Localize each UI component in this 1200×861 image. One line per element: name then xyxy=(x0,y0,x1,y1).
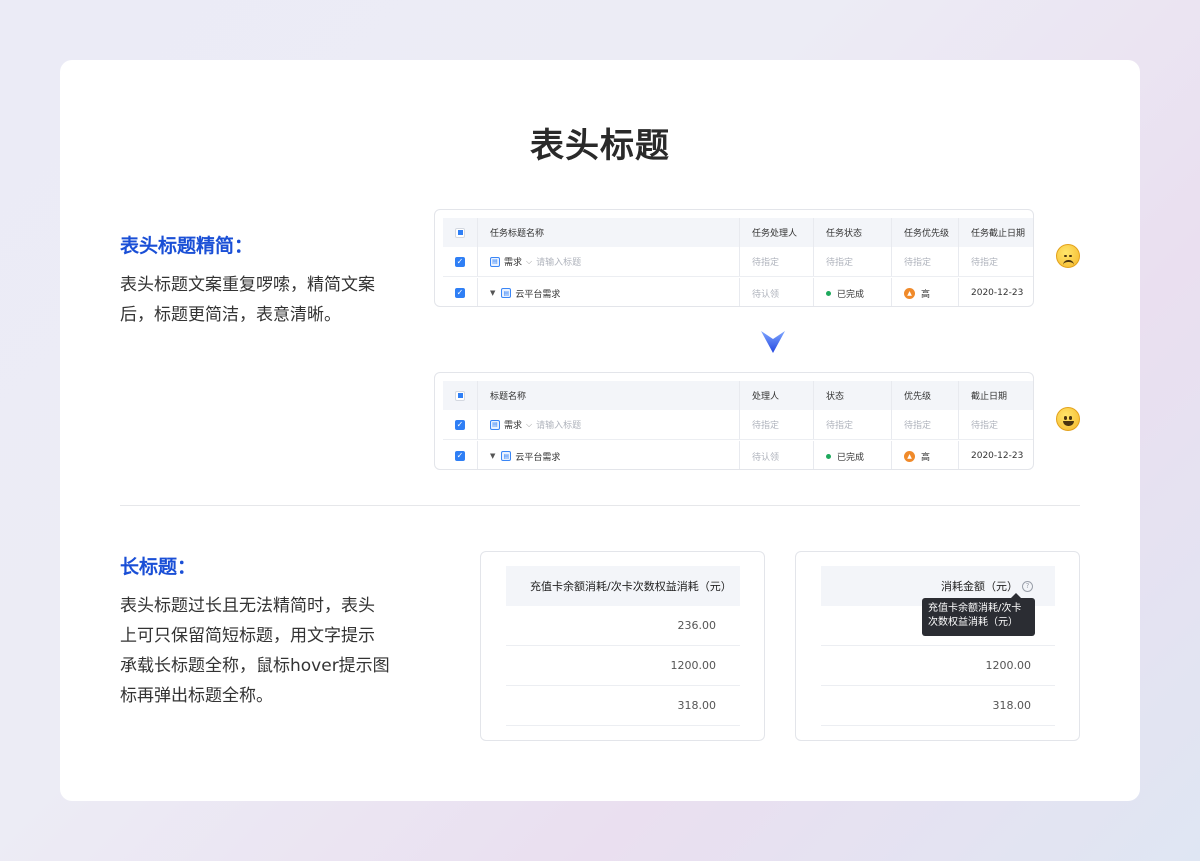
amount-table-long-header: 充值卡余额消耗/次卡次数权益消耗（元） 236.00 1200.00 318.0… xyxy=(480,551,765,741)
section-desc-long: 表头标题过长且无法精简时，表头上可只保留简短标题，用文字提示承载长标题全称，鼠标… xyxy=(120,596,390,706)
table-after: 标题名称 处理人 状态 优先级 截止日期 ✓ ▤ 需求 ⌵ 请输入标题 待指定 … xyxy=(434,372,1034,470)
chevron-down-icon[interactable]: ⌵ xyxy=(526,420,532,430)
status-cell[interactable]: 待指定 xyxy=(814,410,892,439)
section-divider xyxy=(120,505,1080,506)
sad-face-icon xyxy=(1056,244,1080,268)
table-header: 任务标题名称 任务处理人 任务状态 任务优先级 任务截止日期 xyxy=(443,218,1033,247)
row-select[interactable]: ✓ xyxy=(443,247,478,276)
priority-high-icon: ▲ xyxy=(904,450,915,462)
table-before: 任务标题名称 任务处理人 任务状态 任务优先级 任务截止日期 ✓ ▤ 需求 ⌵ … xyxy=(434,209,1034,307)
checkbox-partial-icon[interactable] xyxy=(455,390,465,401)
chevron-down-icon[interactable]: ⌵ xyxy=(526,257,532,267)
header-title: 标题名称 xyxy=(478,381,740,410)
header-priority: 优先级 xyxy=(892,381,959,410)
status-dot-icon xyxy=(826,290,831,296)
amount-row: 1200.00 xyxy=(506,646,740,686)
section-title-long: 长标题： xyxy=(120,556,197,578)
header-due: 截止日期 xyxy=(971,392,1008,402)
priority-cell[interactable]: ▲ 高 xyxy=(892,441,959,469)
requirement-icon: ▤ xyxy=(490,419,500,430)
header-select-all[interactable] xyxy=(443,218,478,247)
section-desc-simplify: 表头标题文案重复啰嗦，精简文案后，标题更简洁，表意清晰。 xyxy=(120,275,375,325)
amount-row: 1200.00 xyxy=(821,646,1055,686)
title-cell: ▼ ▤ 云平台需求 xyxy=(478,441,740,469)
assignee-cell[interactable]: 待认领 xyxy=(740,441,814,469)
priority-cell[interactable]: 待指定 xyxy=(892,410,959,439)
status-cell[interactable]: 待指定 xyxy=(814,247,892,276)
status-text: 已完成 xyxy=(837,452,865,463)
header-select-all[interactable] xyxy=(443,381,478,410)
title-placeholder[interactable]: 请输入标题 xyxy=(536,255,581,268)
amount-row: 236.00 xyxy=(506,606,740,646)
row-select[interactable]: ✓ xyxy=(443,278,478,306)
due-cell[interactable]: 待指定 xyxy=(959,247,1033,276)
status-dot-icon xyxy=(826,453,831,459)
header-priority: 任务优先级 xyxy=(892,218,959,247)
table-row: ✓ ▼ ▤ 云平台需求 待认领 已完成 ▲ 高 2020-12-23 xyxy=(443,278,1033,306)
checkbox-checked-icon[interactable]: ✓ xyxy=(455,256,465,267)
checkbox-checked-icon[interactable]: ✓ xyxy=(455,419,465,430)
due-cell[interactable]: 2020-12-23 xyxy=(959,278,1033,306)
requirement-icon: ▤ xyxy=(490,256,500,267)
task-name[interactable]: 云平台需求 xyxy=(515,450,560,463)
requirement-icon: ▤ xyxy=(501,288,512,298)
header-title: 任务标题名称 xyxy=(478,218,740,247)
assignee-cell[interactable]: 待认领 xyxy=(740,278,814,306)
amount-row: 318.00 xyxy=(506,686,740,726)
row-select[interactable]: ✓ xyxy=(443,441,478,469)
priority-high-icon: ▲ xyxy=(904,287,915,299)
table-header: 标题名称 处理人 状态 优先级 截止日期 xyxy=(443,381,1033,410)
priority-cell[interactable]: 待指定 xyxy=(892,247,959,276)
header-assignee: 任务处理人 xyxy=(740,218,814,247)
due-cell[interactable]: 2020-12-23 xyxy=(959,441,1033,469)
amount-header-text: 消耗金额（元） xyxy=(941,580,1018,593)
table-row: ✓ ▤ 需求 ⌵ 请输入标题 待指定 待指定 待指定 待指定 xyxy=(443,410,1033,440)
due-cell[interactable]: 待指定 xyxy=(959,410,1033,439)
header-status: 任务状态 xyxy=(814,218,892,247)
content-card: 表头标题 表头标题精简： 表头标题文案重复啰嗦，精简文案后，标题更简洁，表意清晰… xyxy=(60,60,1140,801)
priority-text: 高 xyxy=(921,452,931,463)
amount-header: 充值卡余额消耗/次卡次数权益消耗（元） xyxy=(506,566,740,606)
checkbox-checked-icon[interactable]: ✓ xyxy=(455,451,465,461)
header-status: 状态 xyxy=(814,381,892,410)
expand-triangle-icon[interactable]: ▼ xyxy=(490,289,495,297)
checkbox-checked-icon[interactable]: ✓ xyxy=(455,288,465,298)
title-placeholder[interactable]: 请输入标题 xyxy=(536,418,581,431)
section-title-simplify: 表头标题精简： xyxy=(120,235,254,257)
priority-text: 高 xyxy=(921,289,931,300)
header-due: 任务截止日期 xyxy=(971,229,1026,239)
table-row: ✓ ▼ ▤ 云平台需求 待认领 已完成 ▲ 高 2020-12-23 xyxy=(443,441,1033,469)
amount-row: 318.00 xyxy=(821,686,1055,726)
amount-table-short-header: 消耗金额（元） ? 236.00 1200.00 318.00 xyxy=(795,551,1080,741)
page-title: 表头标题 xyxy=(530,126,670,166)
title-cell: ▼ ▤ 云平台需求 xyxy=(478,278,740,306)
checkbox-partial-icon[interactable] xyxy=(455,227,465,238)
arrow-down-icon xyxy=(761,331,785,353)
assignee-cell[interactable]: 待指定 xyxy=(740,247,814,276)
title-input-cell[interactable]: ▤ 需求 ⌵ 请输入标题 xyxy=(478,410,740,439)
table-row: ✓ ▤ 需求 ⌵ 请输入标题 待指定 待指定 待指定 待指定 xyxy=(443,247,1033,277)
status-cell[interactable]: 已完成 xyxy=(814,441,892,469)
header-tooltip: 充值卡余额消耗/次卡次数权益消耗（元） xyxy=(922,593,1035,636)
task-name[interactable]: 云平台需求 xyxy=(515,287,560,300)
status-cell[interactable]: 已完成 xyxy=(814,278,892,306)
header-assignee: 处理人 xyxy=(740,381,814,410)
row-select[interactable]: ✓ xyxy=(443,410,478,439)
status-text: 已完成 xyxy=(837,289,865,300)
requirement-icon: ▤ xyxy=(501,451,512,461)
type-select[interactable]: 需求 xyxy=(504,418,522,431)
title-input-cell[interactable]: ▤ 需求 ⌵ 请输入标题 xyxy=(478,247,740,276)
help-circle-icon[interactable]: ? xyxy=(1022,580,1033,592)
happy-face-icon xyxy=(1056,407,1080,431)
expand-triangle-icon[interactable]: ▼ xyxy=(490,452,495,460)
priority-cell[interactable]: ▲ 高 xyxy=(892,278,959,306)
assignee-cell[interactable]: 待指定 xyxy=(740,410,814,439)
type-select[interactable]: 需求 xyxy=(504,255,522,268)
